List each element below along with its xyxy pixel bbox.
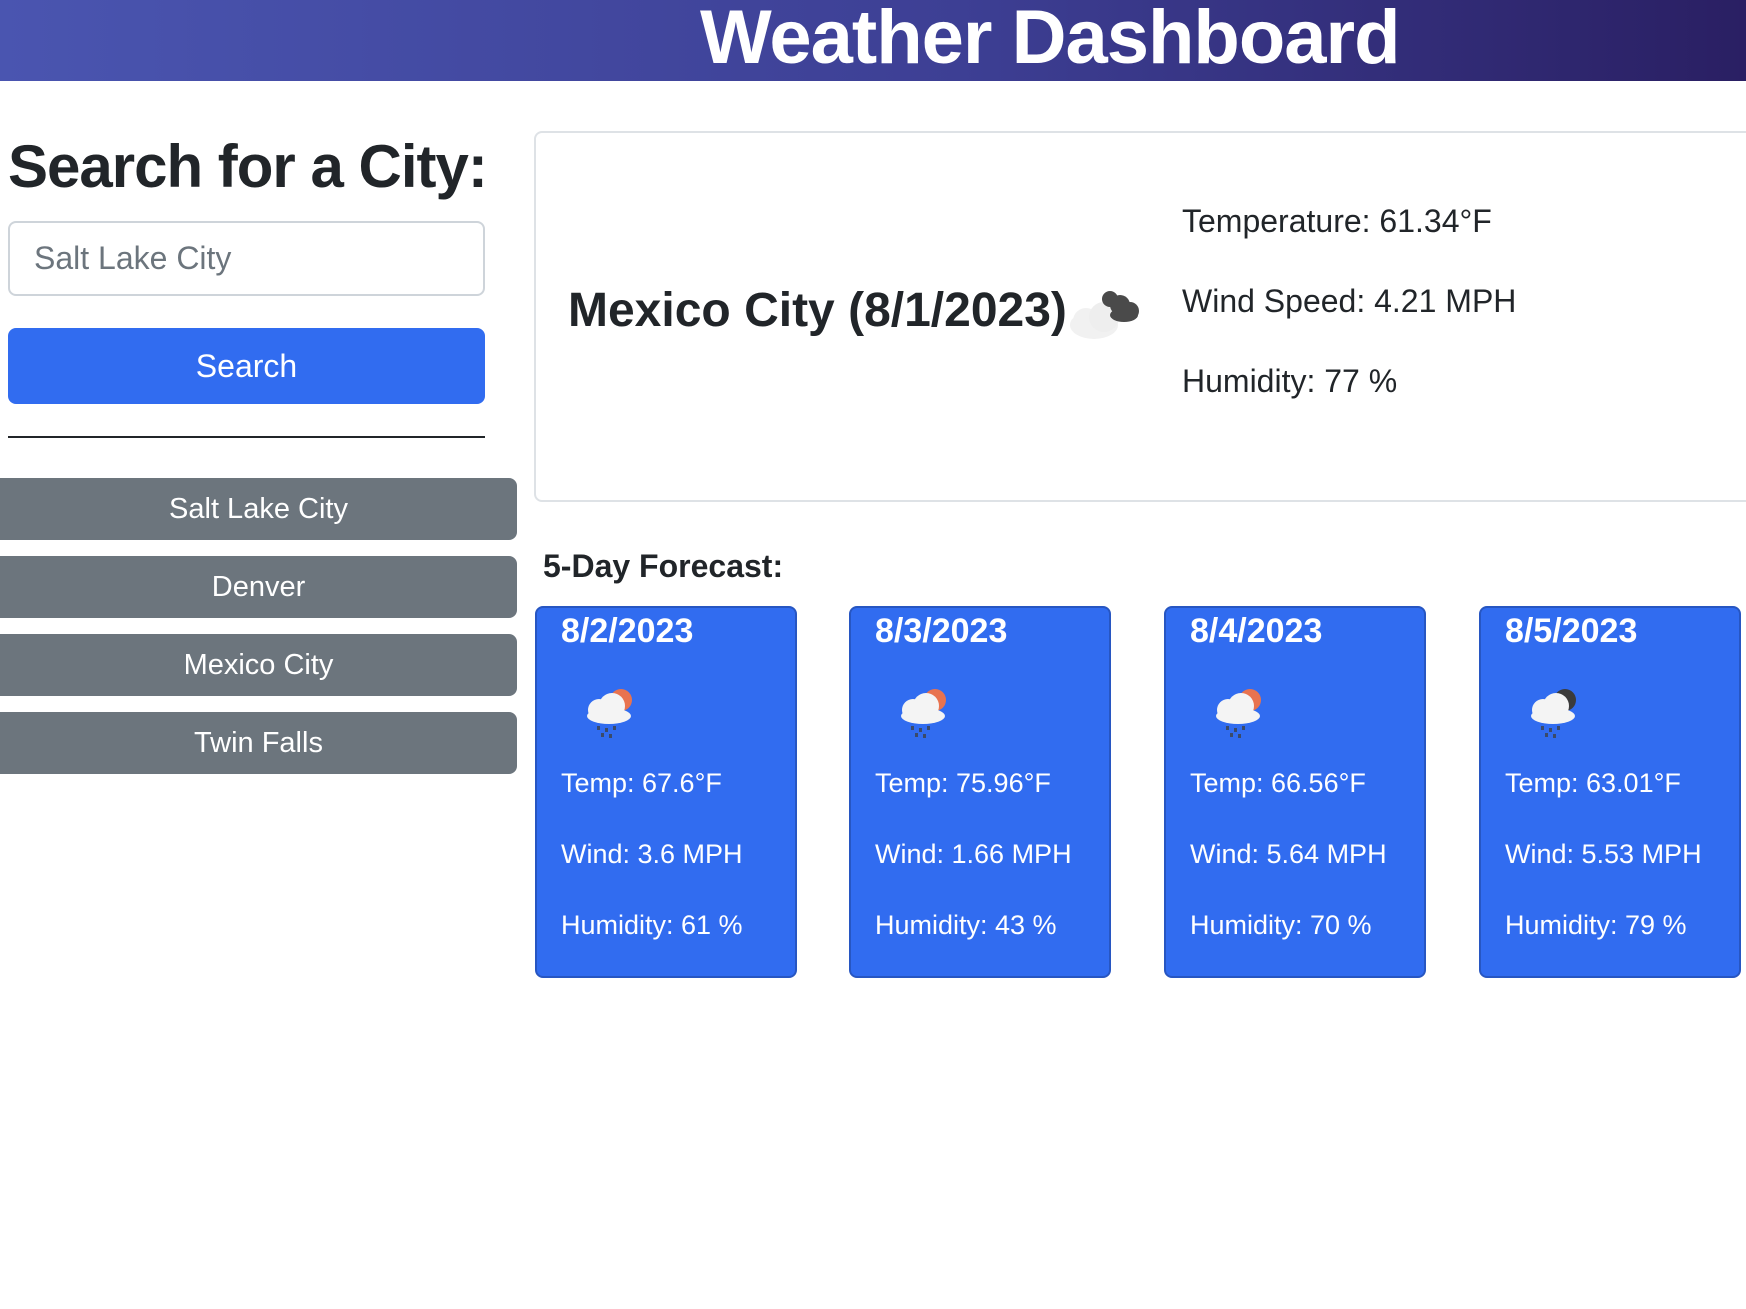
- forecast-temp: Temp: 63.01°F: [1505, 768, 1681, 798]
- history-item-denver[interactable]: Denver: [0, 556, 517, 618]
- forecast-humidity: Humidity: 43 %: [875, 910, 1057, 940]
- forecast-date: 8/2/2023: [561, 612, 694, 650]
- current-wind-speed: Wind Speed: 4.21 MPH: [1182, 283, 1517, 319]
- forecast-humidity: Humidity: 61 %: [561, 910, 743, 940]
- header-bar: Weather Dashboard: [0, 0, 1746, 81]
- broken-clouds-icon: [1070, 291, 1139, 339]
- history-item-mexico-city[interactable]: Mexico City: [0, 634, 517, 696]
- rain-day-icon: [587, 689, 632, 738]
- forecast-wind: Wind: 5.64 MPH: [1190, 839, 1387, 869]
- current-temperature: Temperature: 61.34°F: [1182, 203, 1492, 239]
- rain-day-icon: [901, 689, 946, 738]
- rain-day-icon: [1216, 689, 1261, 738]
- forecast-wind: Wind: 5.53 MPH: [1505, 839, 1702, 869]
- search-button[interactable]: Search: [8, 328, 485, 404]
- search-history-list: Salt Lake City Denver Mexico City Twin F…: [0, 478, 517, 790]
- current-humidity: Humidity: 77 %: [1182, 363, 1398, 399]
- forecast-date: 8/3/2023: [875, 612, 1008, 650]
- current-stats: Temperature: 61.34°F Wind Speed: 4.21 MP…: [1182, 203, 1516, 443]
- rain-night-icon: [1531, 689, 1576, 738]
- history-item-salt-lake-city[interactable]: Salt Lake City: [0, 478, 517, 540]
- forecast-card: 8/2/2023 Temp: 67.6°F Wind: 3.6 MPH Humi…: [535, 606, 797, 978]
- forecast-date: 8/4/2023: [1190, 612, 1323, 650]
- divider: [8, 436, 485, 438]
- current-weather-card: Mexico City (8/1/2023) Temperature: 61.3…: [534, 131, 1746, 502]
- forecast-date: 8/5/2023: [1505, 612, 1638, 650]
- forecast-wind: Wind: 3.6 MPH: [561, 839, 743, 869]
- history-item-twin-falls[interactable]: Twin Falls: [0, 712, 517, 774]
- forecast-humidity: Humidity: 79 %: [1505, 910, 1687, 940]
- forecast-card: 8/4/2023 Temp: 66.56°F Wind: 5.64 MPH Hu…: [1164, 606, 1426, 978]
- city-search-input[interactable]: [8, 221, 485, 296]
- current-city-date: Mexico City (8/1/2023): [568, 284, 1067, 337]
- forecast-temp: Temp: 75.96°F: [875, 768, 1051, 798]
- forecast-heading: 5-Day Forecast:: [543, 548, 784, 584]
- forecast-card: 8/3/2023 Temp: 75.96°F Wind: 1.66 MPH Hu…: [849, 606, 1111, 978]
- page-title: Weather Dashboard: [700, 0, 1401, 80]
- forecast-humidity: Humidity: 70 %: [1190, 910, 1372, 940]
- forecast-card: 8/5/2023 Temp: 63.01°F Wind: 5.53 MPH Hu…: [1479, 606, 1741, 978]
- forecast-wind: Wind: 1.66 MPH: [875, 839, 1072, 869]
- forecast-temp: Temp: 66.56°F: [1190, 768, 1366, 798]
- search-heading: Search for a City:: [8, 133, 488, 200]
- forecast-temp: Temp: 67.6°F: [561, 768, 722, 798]
